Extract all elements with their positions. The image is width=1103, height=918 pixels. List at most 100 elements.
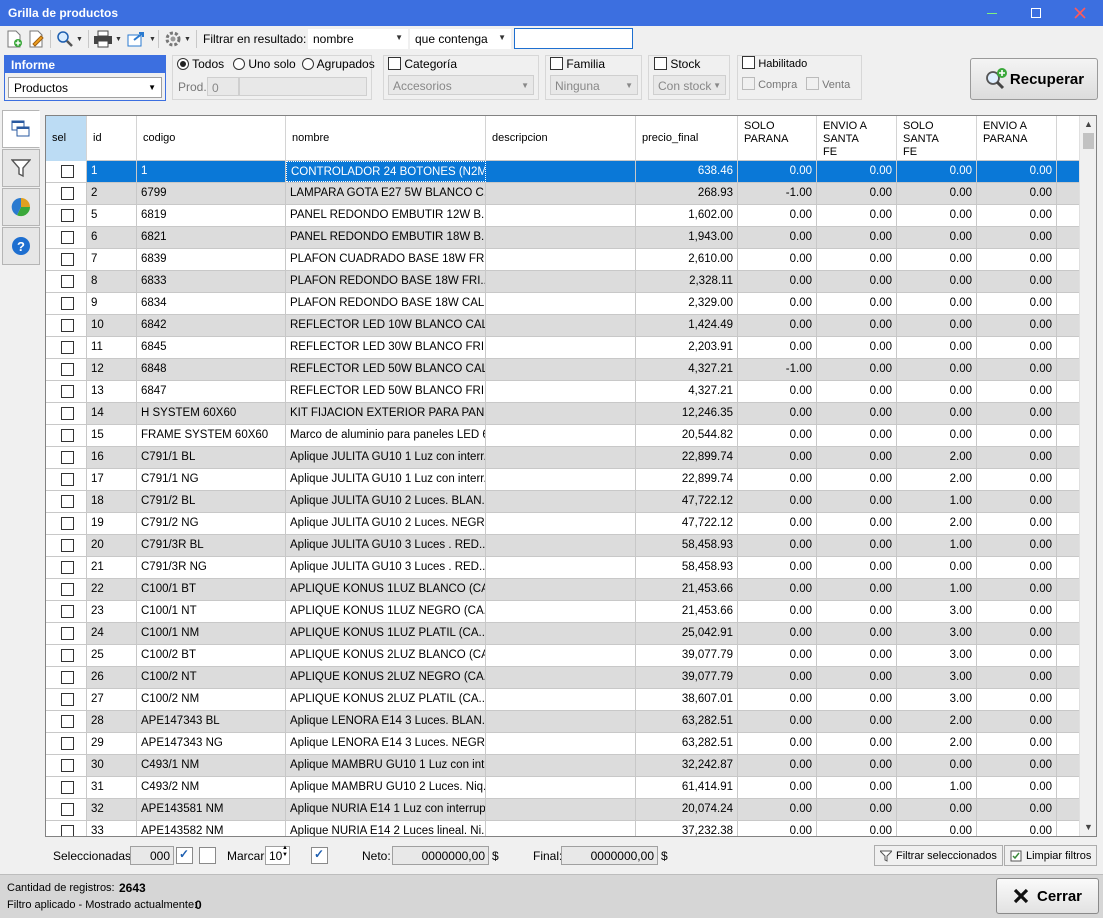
table-cell[interactable]: 6799 [137, 183, 286, 204]
row-checkbox[interactable] [61, 165, 74, 178]
limpiar-filtros-button[interactable]: Limpiar filtros [1004, 845, 1098, 866]
table-row[interactable]: 12 6848 REFLECTOR LED 50W BLANCO CAL... 4,3… [46, 359, 1081, 381]
table-cell[interactable]: 0.00 [738, 491, 817, 512]
table-cell[interactable]: 0.00 [817, 425, 897, 446]
table-cell[interactable]: 0.00 [977, 623, 1057, 644]
table-cell[interactable]: 1.00 [897, 579, 977, 600]
table-cell[interactable] [486, 513, 636, 534]
table-cell[interactable]: 0.00 [977, 205, 1057, 226]
table-cell[interactable]: 19 [87, 513, 137, 534]
column-header[interactable]: SOLO PARANA [738, 116, 817, 161]
table-cell[interactable]: REFLECTOR LED 50W BLANCO CAL... [286, 359, 486, 380]
tab-views[interactable] [2, 110, 40, 148]
table-cell[interactable]: 4,327.21 [636, 381, 738, 402]
table-cell[interactable]: 0.00 [817, 359, 897, 380]
table-cell[interactable]: 0.00 [977, 777, 1057, 798]
table-cell[interactable] [486, 799, 636, 820]
table-cell[interactable]: 1,602.00 [636, 205, 738, 226]
table-cell[interactable]: 6845 [137, 337, 286, 358]
table-cell[interactable]: 0.00 [977, 711, 1057, 732]
table-cell[interactable]: 0.00 [738, 821, 817, 836]
table-cell[interactable]: 6848 [137, 359, 286, 380]
table-cell[interactable]: 0.00 [738, 337, 817, 358]
table-cell[interactable]: APE143581 NM [137, 799, 286, 820]
table-cell[interactable]: Marco de aluminio para paneles LED 6... [286, 425, 486, 446]
table-cell[interactable]: Aplique JULITA GU10 2 Luces. NEGR... [286, 513, 486, 534]
table-cell[interactable]: 25 [87, 645, 137, 666]
table-cell[interactable]: 16 [87, 447, 137, 468]
table-cell[interactable]: 18 [87, 491, 137, 512]
table-cell[interactable] [486, 623, 636, 644]
table-cell[interactable]: Aplique MAMBRU GU10 1 Luz con int... [286, 755, 486, 776]
table-cell[interactable]: 0.00 [817, 337, 897, 358]
table-cell[interactable]: 8 [87, 271, 137, 292]
table-cell[interactable]: 0.00 [977, 557, 1057, 578]
table-cell[interactable]: 2,610.00 [636, 249, 738, 270]
categoria-checkbox[interactable]: Categoría [388, 57, 457, 71]
table-cell[interactable]: 0.00 [977, 359, 1057, 380]
table-cell[interactable] [486, 447, 636, 468]
table-row[interactable]: 32 APE143581 NM Aplique NURIA E14 1 Luz co… [46, 799, 1081, 821]
table-cell[interactable]: 0.00 [817, 249, 897, 270]
table-row[interactable]: 20 C791/3R BL Aplique JULITA GU10 3 Luces … [46, 535, 1081, 557]
table-cell[interactable]: 0.00 [817, 491, 897, 512]
table-cell[interactable]: REFLECTOR LED 10W BLANCO CAL... [286, 315, 486, 336]
table-row[interactable]: 19 C791/2 NG Aplique JULITA GU10 2 Luces. … [46, 513, 1081, 535]
table-cell[interactable]: 0.00 [817, 689, 897, 710]
cerrar-button[interactable]: Cerrar [996, 878, 1099, 914]
table-cell[interactable]: -1.00 [738, 359, 817, 380]
table-cell[interactable]: 63,282.51 [636, 733, 738, 754]
table-cell[interactable]: 0.00 [738, 315, 817, 336]
table-cell[interactable]: 0.00 [977, 491, 1057, 512]
table-cell[interactable] [486, 425, 636, 446]
vertical-scrollbar[interactable]: ▲ ▼ [1079, 116, 1096, 836]
table-row[interactable]: 13 6847 REFLECTOR LED 50W BLANCO FRI... 4,3… [46, 381, 1081, 403]
table-cell[interactable] [486, 469, 636, 490]
table-cell[interactable]: 2,203.91 [636, 337, 738, 358]
table-cell[interactable]: 0.00 [977, 601, 1057, 622]
new-button[interactable] [5, 29, 23, 49]
table-cell[interactable]: 0.00 [738, 205, 817, 226]
table-row[interactable]: 33 APE143582 NM Aplique NURIA E14 2 Luces … [46, 821, 1081, 836]
table-cell[interactable]: 11 [87, 337, 137, 358]
table-cell[interactable]: 0.00 [817, 667, 897, 688]
minimize-button[interactable] [970, 0, 1014, 26]
table-row[interactable]: 1 1 CONTROLADOR 24 BOTONES (N2M) 638.46 0.00… [46, 161, 1081, 183]
row-checkbox[interactable] [61, 209, 74, 222]
table-cell[interactable]: 1 [87, 161, 137, 182]
table-cell[interactable]: 47,722.12 [636, 513, 738, 534]
table-cell[interactable]: 0.00 [897, 821, 977, 836]
venta-checkbox[interactable]: Venta [806, 77, 850, 91]
table-cell[interactable]: 33 [87, 821, 137, 836]
table-cell[interactable]: 9 [87, 293, 137, 314]
table-cell[interactable]: 0.00 [738, 557, 817, 578]
table-cell[interactable]: 2.00 [897, 447, 977, 468]
habilitado-checkbox[interactable]: Habilitado [742, 56, 807, 70]
table-row[interactable]: 23 C100/1 NT APLIQUE KONUS 1LUZ NEGRO (CA.… [46, 601, 1081, 623]
table-cell[interactable]: PLAFON REDONDO BASE 18W FRI... [286, 271, 486, 292]
table-cell[interactable]: 268.93 [636, 183, 738, 204]
table-cell[interactable]: 0.00 [977, 249, 1057, 270]
row-checkbox[interactable] [61, 275, 74, 288]
table-cell[interactable]: 0.00 [817, 645, 897, 666]
table-cell[interactable]: 0.00 [738, 733, 817, 754]
table-cell[interactable]: C791/1 BL [137, 447, 286, 468]
table-cell[interactable]: 0.00 [897, 161, 977, 182]
table-cell[interactable]: APLIQUE KONUS 2LUZ BLANCO (CA... [286, 645, 486, 666]
table-cell[interactable]: 39,077.79 [636, 667, 738, 688]
table-cell[interactable]: 0.00 [817, 777, 897, 798]
table-cell[interactable]: 0.00 [738, 271, 817, 292]
table-cell[interactable]: 0.00 [817, 161, 897, 182]
table-cell[interactable]: 1,424.49 [636, 315, 738, 336]
table-cell[interactable]: 7 [87, 249, 137, 270]
table-cell[interactable]: 0.00 [738, 469, 817, 490]
table-cell[interactable]: 0.00 [817, 183, 897, 204]
table-cell[interactable]: 0.00 [817, 623, 897, 644]
column-header[interactable]: descripcion [486, 116, 636, 161]
table-cell[interactable]: 0.00 [738, 227, 817, 248]
table-cell[interactable]: 0.00 [977, 513, 1057, 534]
table-cell[interactable]: 12 [87, 359, 137, 380]
row-checkbox[interactable] [61, 715, 74, 728]
row-checkbox[interactable] [61, 583, 74, 596]
row-checkbox[interactable] [61, 627, 74, 640]
